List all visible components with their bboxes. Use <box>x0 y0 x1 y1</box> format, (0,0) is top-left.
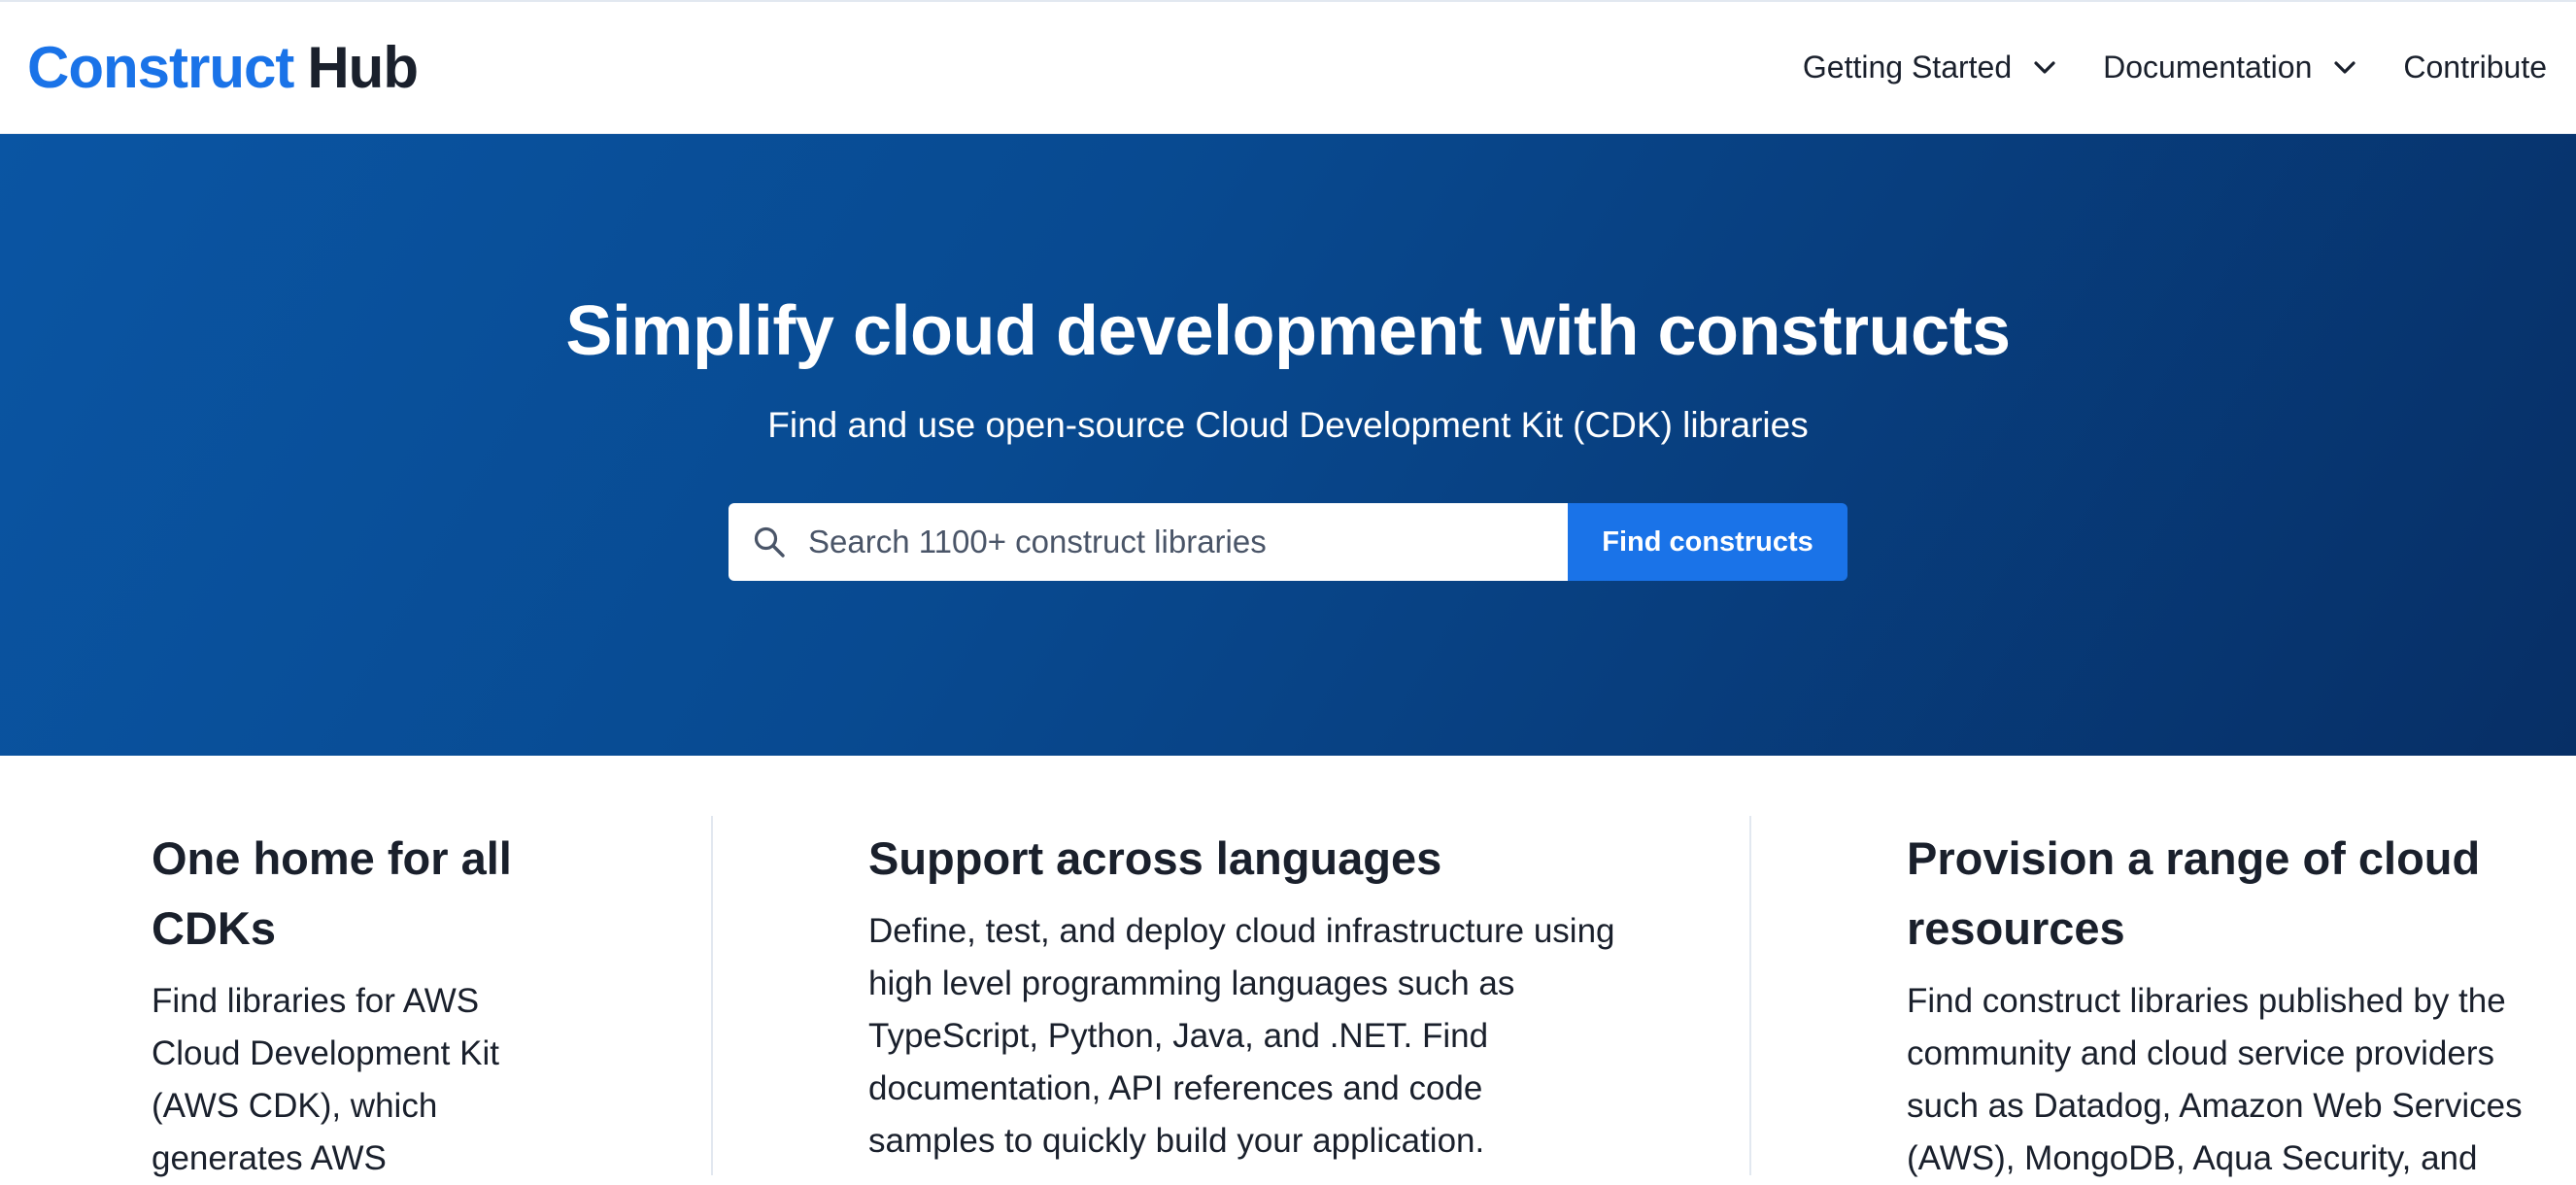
nav-documentation-label: Documentation <box>2103 50 2313 85</box>
feature-card-languages: Support across languages Define, test, a… <box>868 824 1616 1168</box>
feature-card-cdks: One home for all CDKs Find libraries for… <box>152 824 559 1185</box>
chevron-down-icon <box>2329 52 2360 84</box>
logo-brand-text: Construct <box>27 34 294 100</box>
feature-description: Find libraries for AWS Cloud Development… <box>152 982 499 1177</box>
feature-description: Define, test, and deploy cloud infrastru… <box>868 912 1615 1160</box>
search-input[interactable] <box>808 524 1546 560</box>
feature-description: Find construct libraries published by th… <box>1907 982 2523 1177</box>
top-navigation-bar: Construct Hub Getting Started Documentat… <box>0 0 2576 134</box>
construct-hub-logo[interactable]: Construct Hub <box>27 34 419 100</box>
feature-title: Provision a range of cloud resources <box>1907 832 2481 954</box>
nav-contribute[interactable]: Contribute <box>2403 50 2547 85</box>
search-icon <box>750 523 789 561</box>
feature-title: One home for all CDKs <box>152 832 512 954</box>
search-form: Find constructs <box>729 503 1847 581</box>
column-divider <box>711 816 713 1175</box>
hero-title: Simplify cloud development with construc… <box>565 292 2011 370</box>
hero-banner: Simplify cloud development with construc… <box>0 134 2576 756</box>
nav-getting-started[interactable]: Getting Started <box>1803 50 2060 85</box>
nav-contribute-label: Contribute <box>2403 50 2547 85</box>
column-divider <box>1749 816 1751 1175</box>
features-section: One home for all CDKs Find libraries for… <box>0 756 2576 1177</box>
main-nav: Getting Started Documentation Contribute <box>1803 2 2547 133</box>
nav-getting-started-label: Getting Started <box>1802 50 2013 85</box>
logo-suffix-text: Hub <box>307 34 419 100</box>
hero-subtitle: Find and use open-source Cloud Developme… <box>767 405 1809 445</box>
nav-documentation[interactable]: Documentation <box>2103 50 2360 85</box>
chevron-down-icon <box>2029 52 2060 84</box>
feature-card-cloud-resources: Provision a range of cloud resources Fin… <box>1907 824 2548 1185</box>
search-field[interactable] <box>729 503 1568 581</box>
feature-title: Support across languages <box>868 832 1442 884</box>
find-constructs-button[interactable]: Find constructs <box>1568 503 1847 581</box>
